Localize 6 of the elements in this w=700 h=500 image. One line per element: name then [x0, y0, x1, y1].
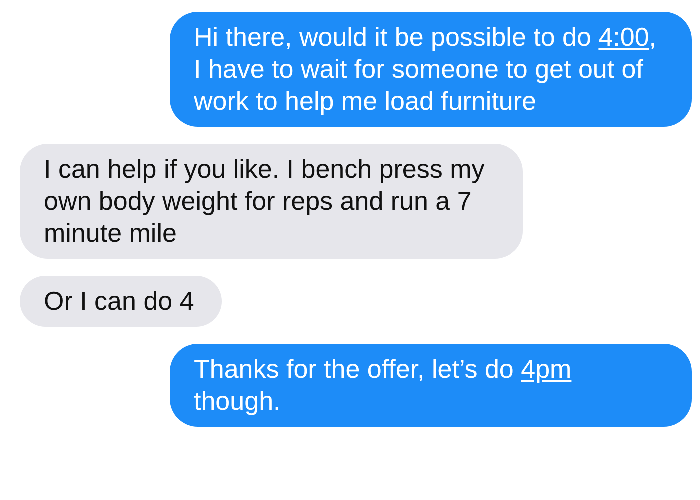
time-link[interactable]: 4:00: [598, 22, 650, 52]
time-link[interactable]: 4pm: [521, 354, 572, 384]
sent-message-bubble: Hi there, would it be possible to do 4:00, I have to wait for someone to get out of work to help me load furniture: [170, 12, 692, 127]
received-message-bubble: I can help if you like. I bench press my own body weight for reps and run a 7 minute mile: [20, 144, 523, 259]
sent-message-bubble: Thanks for the offer, let’s do 4pm though.: [170, 344, 692, 427]
received-message-bubble: Or I can do 4: [20, 276, 222, 327]
